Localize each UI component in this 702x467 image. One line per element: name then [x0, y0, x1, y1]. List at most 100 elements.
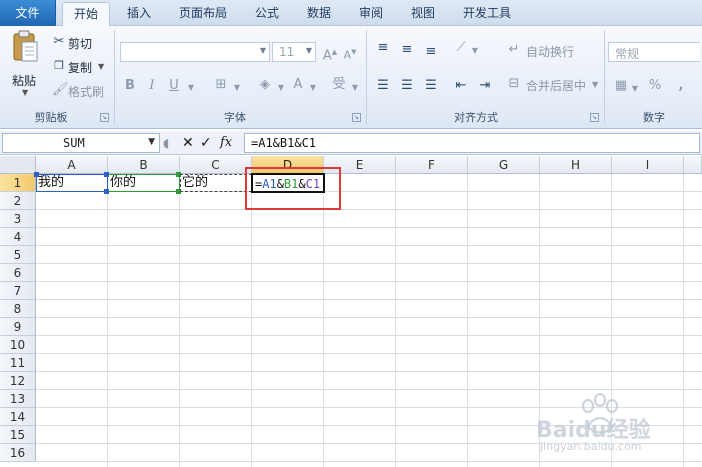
merge-dropdown-icon: ▼	[592, 80, 599, 89]
copy-button[interactable]: ❐ 复制 ▼	[52, 58, 112, 76]
name-box[interactable]: SUM ▼	[2, 133, 160, 153]
row-header-7[interactable]: 7	[0, 282, 36, 300]
row-header-9[interactable]: 9	[0, 318, 36, 336]
group-divider	[366, 30, 367, 124]
font-name-combo[interactable]: ▼	[120, 42, 270, 62]
cell-b1[interactable]: 你的	[108, 174, 136, 192]
column-header-h[interactable]: H	[540, 156, 612, 174]
font-group-label: 字体	[224, 111, 246, 124]
format-painter-button[interactable]: 🖌 格式刷	[52, 82, 112, 100]
enter-check-icon[interactable]: ✓	[200, 135, 212, 151]
formula-input[interactable]: =A1&B1&C1	[244, 133, 700, 153]
row-header-10[interactable]: 10	[0, 336, 36, 354]
fill-dropdown-icon[interactable]: ▼	[276, 80, 286, 96]
row-header-4[interactable]: 4	[0, 228, 36, 246]
font-color-icon[interactable]: A	[290, 77, 306, 93]
borders-dropdown-icon[interactable]: ▼	[232, 80, 242, 96]
phonetic-icon[interactable]: 受	[328, 77, 350, 93]
cell-c1[interactable]: 它的	[180, 174, 208, 192]
merge-center-button[interactable]: ⊟ 合并后居中 ▼	[506, 76, 602, 94]
align-right-icon[interactable]: ☰	[422, 78, 440, 94]
orientation-dropdown-icon[interactable]: ▼	[470, 43, 480, 59]
row-header-3[interactable]: 3	[0, 210, 36, 228]
phonetic-dropdown-icon[interactable]: ▼	[350, 80, 360, 96]
gridline	[36, 353, 702, 354]
gridline	[395, 174, 396, 467]
borders-icon[interactable]: ⊞	[212, 77, 230, 93]
gridline	[36, 227, 702, 228]
column-header-i[interactable]: I	[612, 156, 684, 174]
select-all-corner[interactable]	[0, 156, 36, 174]
copy-dropdown-arrow-icon[interactable]: ▼	[98, 62, 104, 71]
row-header-16[interactable]: 16	[0, 444, 36, 462]
bold-icon[interactable]: B	[122, 78, 138, 94]
grow-font-icon[interactable]: A▲	[322, 44, 338, 64]
gridline	[179, 174, 180, 467]
italic-icon[interactable]: I	[144, 78, 160, 94]
tab-developer[interactable]: 开发工具	[452, 2, 522, 26]
tab-formulas[interactable]: 公式	[244, 2, 290, 26]
row-header-11[interactable]: 11	[0, 354, 36, 372]
orientation-icon[interactable]: ⟋	[452, 40, 470, 56]
gridline	[36, 317, 702, 318]
tab-insert[interactable]: 插入	[116, 2, 162, 26]
alignment-launcher-icon[interactable]: ↘	[590, 113, 599, 122]
underline-icon[interactable]: U	[166, 78, 182, 94]
font-launcher-icon[interactable]: ↘	[352, 113, 361, 122]
shrink-font-icon[interactable]: A▼	[342, 44, 358, 64]
paste-button[interactable]: 粘贴 ▼	[6, 30, 44, 102]
cancel-icon[interactable]: ✕	[182, 135, 194, 151]
row-header-12[interactable]: 12	[0, 372, 36, 390]
percent-icon[interactable]: %	[646, 78, 664, 94]
cut-button[interactable]: ✂ 剪切	[52, 34, 112, 52]
paste-icon	[13, 30, 38, 62]
wrap-text-button[interactable]: ↵ 自动换行	[506, 42, 596, 60]
column-header-a[interactable]: A	[36, 156, 108, 174]
clipboard-launcher-icon[interactable]: ↘	[100, 113, 109, 122]
font-size-combo[interactable]: 11 ▼	[272, 42, 316, 62]
font-color-dropdown-icon[interactable]: ▼	[308, 80, 318, 96]
tab-home[interactable]: 开始	[62, 2, 110, 27]
tab-data[interactable]: 数据	[296, 2, 342, 26]
column-header-c[interactable]: C	[180, 156, 252, 174]
column-header-partial[interactable]	[684, 156, 702, 174]
currency-dropdown-icon[interactable]: ▼	[630, 81, 640, 97]
row-header-5[interactable]: 5	[0, 246, 36, 264]
currency-icon[interactable]: ▦	[612, 78, 630, 94]
baidu-watermark: Baidu经验 jingyan.baidu.com	[536, 386, 696, 456]
align-bottom-icon[interactable]: ≡	[422, 44, 440, 60]
column-header-g[interactable]: G	[468, 156, 540, 174]
comma-style-icon[interactable]: ,	[672, 78, 690, 94]
number-format-combo[interactable]: 常规	[608, 42, 700, 62]
paste-dropdown-arrow-icon[interactable]: ▼	[22, 88, 28, 97]
column-header-b[interactable]: B	[108, 156, 180, 174]
align-left-icon[interactable]: ☰	[374, 78, 392, 94]
row-header-15[interactable]: 15	[0, 426, 36, 444]
tab-view[interactable]: 视图	[400, 2, 446, 26]
cell-a1[interactable]: 我的	[36, 174, 64, 192]
wrap-text-label: 自动换行	[526, 45, 575, 59]
underline-dropdown-icon[interactable]: ▼	[186, 80, 196, 96]
row-header-14[interactable]: 14	[0, 408, 36, 426]
row-header-6[interactable]: 6	[0, 264, 36, 282]
fill-color-icon[interactable]: ◈	[256, 77, 274, 93]
tab-page-layout[interactable]: 页面布局	[168, 2, 238, 26]
insert-function-icon[interactable]: fx	[220, 135, 232, 151]
tab-file[interactable]: 文件	[0, 0, 56, 26]
row-header-13[interactable]: 13	[0, 390, 36, 408]
align-center-icon[interactable]: ☰	[398, 78, 416, 94]
row-header-2[interactable]: 2	[0, 192, 36, 210]
decrease-indent-icon[interactable]: ⇤	[452, 78, 470, 94]
paste-label: 粘贴	[12, 74, 37, 88]
tab-review[interactable]: 审阅	[348, 2, 394, 26]
align-middle-icon[interactable]: ≡	[398, 42, 416, 58]
row-header-8[interactable]: 8	[0, 300, 36, 318]
row-header-1[interactable]: 1	[0, 174, 36, 192]
format-painter-label: 格式刷	[68, 85, 105, 99]
column-header-f[interactable]: F	[396, 156, 468, 174]
brush-icon: 🖌	[52, 82, 69, 97]
gridline	[36, 461, 702, 462]
increase-indent-icon[interactable]: ⇥	[476, 78, 494, 94]
gridline	[467, 174, 468, 467]
align-top-icon[interactable]: ≡	[374, 40, 392, 56]
